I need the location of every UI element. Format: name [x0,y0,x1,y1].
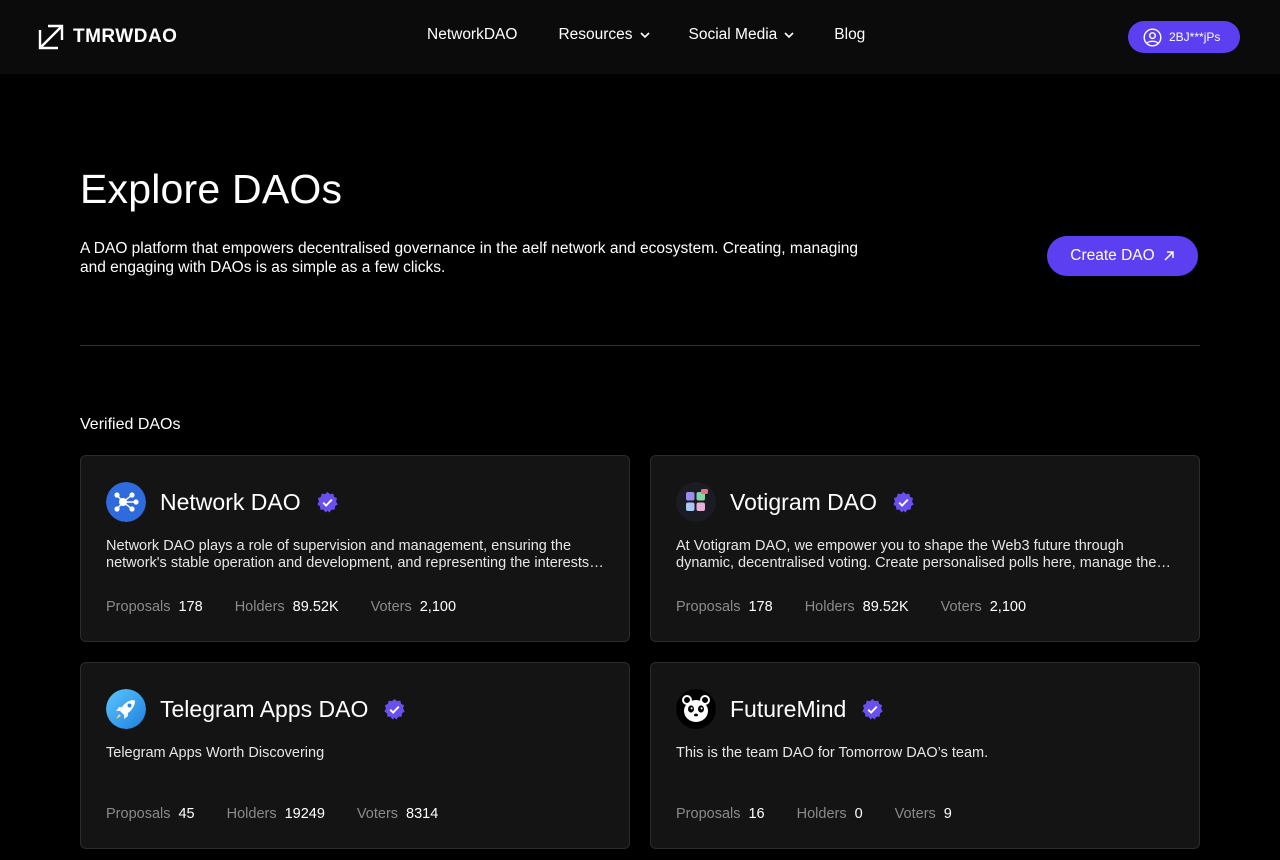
proposals-label: Proposals [676,806,741,822]
voters-label: Voters [894,806,936,822]
holders-label: Holders [804,599,855,615]
nav-blog[interactable]: Blog [834,26,865,44]
verified-badge-icon [384,698,406,719]
top-navigation-bar: TMRWDAO NetworkDAO Resources Social Medi… [0,0,1280,74]
dao-description: Telegram Apps Worth Discovering [106,745,325,761]
verified-badge-icon [316,491,338,512]
voters-stat: Voters 9 [895,806,952,822]
network-dao-logo-icon [106,482,146,522]
dao-description: This is the team DAO for Tomorrow DAO’s … [676,745,989,761]
main-nav: NetworkDAO Resources Social Media Blog [427,26,865,44]
holders-value: 19249 [284,806,325,822]
wallet-account-button[interactable]: 2BJ***jPs [1128,21,1240,53]
section-divider [80,345,1200,346]
tmrwdao-logo[interactable]: TMRWDAO [38,24,177,50]
nav-blog-label: Blog [834,26,866,43]
dao-card-header: Telegram Apps DAO [106,689,406,729]
voters-stat: Voters 2,100 [371,599,456,615]
voters-value: 2,100 [989,599,1027,615]
rocket-logo-icon [106,689,146,729]
proposals-value: 16 [748,806,765,822]
votigram-dao-logo-icon [676,482,716,522]
create-dao-label: Create DAO [1070,247,1155,264]
proposals-label: Proposals [676,599,741,615]
holders-label: Holders [234,599,285,615]
dao-description: Network DAO plays a role of supervision … [106,538,606,571]
dao-card-telegram-apps-dao[interactable]: Telegram Apps DAO Telegram Apps Worth Di… [80,662,630,849]
arrow-up-right-icon [1164,251,1174,261]
proposals-stat: Proposals 45 [106,806,195,822]
nav-networkdao[interactable]: NetworkDAO [427,26,517,44]
proposals-label: Proposals [106,599,171,615]
voters-value: 8314 [406,806,439,822]
dao-card-network-dao[interactable]: Network DAO Network DAO plays a role of … [80,455,630,642]
verified-daos-heading: Verified DAOs [80,416,181,433]
dao-card-votigram-dao[interactable]: Votigram DAO At Votigram DAO, we empower… [650,455,1200,642]
user-avatar-icon [1143,27,1162,47]
wallet-address: 2BJ***jPs [1169,30,1221,44]
holders-stat: Holders 89.52K [235,599,339,615]
voters-label: Voters [370,599,412,615]
voters-value: 9 [943,806,952,822]
holders-stat: Holders 0 [797,806,863,822]
holders-label: Holders [796,806,847,822]
dao-stats: Proposals 178 Holders 89.52K Voters 2,10… [106,599,488,615]
dao-name: Network DAO [160,488,301,515]
dao-name: Telegram Apps DAO [160,695,369,722]
holders-stat: Holders 89.52K [805,599,909,615]
page-title: Explore DAOs [80,166,343,212]
create-dao-button[interactable]: Create DAO [1047,236,1198,276]
proposals-stat: Proposals 178 [106,599,203,615]
proposals-stat: Proposals 178 [676,599,773,615]
proposals-stat: Proposals 16 [676,806,765,822]
dao-card-header: Votigram DAO [676,482,915,522]
dao-description: At Votigram DAO, we empower you to shape… [676,538,1169,571]
nav-networkdao-label: NetworkDAO [427,26,518,43]
dao-stats: Proposals 45 Holders 19249 Voters 8314 [106,806,470,822]
proposals-value: 178 [178,599,203,615]
voters-label: Voters [940,599,982,615]
voters-label: Voters [356,806,399,822]
dao-stats: Proposals 16 Holders 0 Voters 9 [676,806,984,822]
logo-text: TMRWDAO [73,26,178,47]
dao-name: Votigram DAO [730,488,877,515]
verified-badge-icon [893,491,914,512]
dao-stats: Proposals 178 Holders 89.52K Voters 2,10… [676,599,1058,615]
nav-resources-label: Resources [558,26,633,43]
nav-social-media-label: Social Media [688,26,778,43]
proposals-value: 45 [178,806,195,822]
dao-name: FutureMind [730,695,847,722]
voters-stat: Voters 2,100 [941,599,1026,615]
panda-logo-icon [676,689,716,729]
holders-label: Holders [226,806,277,822]
nav-resources[interactable]: Resources [558,26,650,44]
voters-stat: Voters 8314 [357,806,438,822]
dao-card-futuremind[interactable]: FutureMind This is the team DAO for Tomo… [650,662,1200,849]
nav-social-media[interactable]: Social Media [689,26,796,44]
dao-card-header: Network DAO [106,482,339,522]
holders-stat: Holders 19249 [227,806,325,822]
page-description: A DAO platform that empowers decentralis… [80,240,858,276]
proposals-label: Proposals [106,806,171,822]
holders-value: 89.52K [292,599,339,615]
tmrwdao-arrow-logo-icon [38,24,64,50]
chevron-down-icon [784,32,794,39]
proposals-value: 178 [748,599,773,615]
chevron-down-icon [639,32,650,39]
voters-value: 2,100 [419,599,457,615]
holders-value: 89.52K [862,599,909,615]
holders-value: 0 [854,806,863,822]
dao-card-header: FutureMind [676,689,884,729]
verified-badge-icon [862,698,883,719]
